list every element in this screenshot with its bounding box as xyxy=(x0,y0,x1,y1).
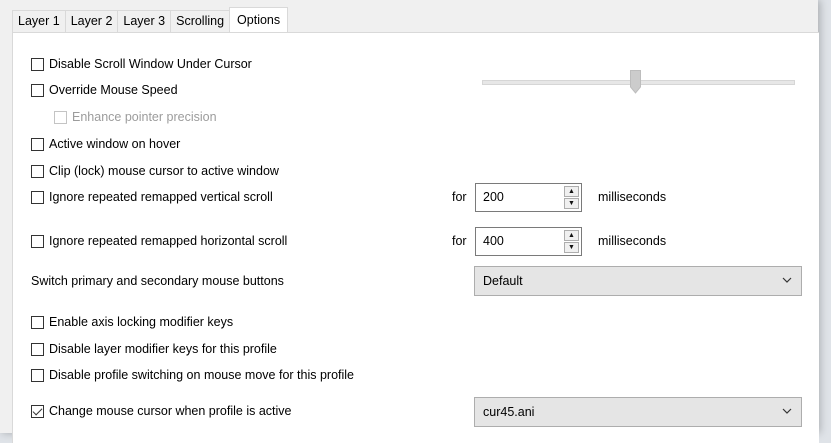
disable-layer-modifier-label: Disable layer modifier keys for this pro… xyxy=(49,342,277,356)
active-window-on-hover-label: Active window on hover xyxy=(49,137,181,151)
options-window: Layer 1 Layer 2 Layer 3 Scrolling Option… xyxy=(0,0,819,443)
spin-up-icon[interactable]: ▲ xyxy=(564,230,579,241)
switch-mouse-buttons-value: Default xyxy=(483,274,523,288)
horizontal-scroll-for-label: for xyxy=(452,234,467,248)
enhance-pointer-precision-checkbox[interactable] xyxy=(54,110,67,124)
spin-up-icon[interactable]: ▲ xyxy=(564,186,579,197)
active-window-on-hover-checkbox[interactable] xyxy=(31,137,44,151)
cursor-file-value: cur45.ani xyxy=(483,405,535,419)
vertical-scroll-ms-value[interactable]: 200 xyxy=(483,184,504,210)
override-mouse-speed-option[interactable]: Override Mouse Speed xyxy=(31,81,178,99)
disable-profile-switching-label: Disable profile switching on mouse move … xyxy=(49,368,354,382)
clip-mouse-cursor-label: Clip (lock) mouse cursor to active windo… xyxy=(49,164,279,178)
tab-scrolling[interactable]: Scrolling xyxy=(170,10,231,32)
ignore-horizontal-scroll-option[interactable]: Ignore repeated remapped horizontal scro… xyxy=(31,232,287,250)
tab-strip: Layer 1 Layer 2 Layer 3 Scrolling Option… xyxy=(12,7,289,32)
ignore-vertical-scroll-checkbox[interactable] xyxy=(31,190,44,204)
clip-mouse-cursor-option[interactable]: Clip (lock) mouse cursor to active windo… xyxy=(31,162,279,180)
spin-down-icon[interactable]: ▼ xyxy=(564,242,579,253)
mouse-speed-slider-thumb[interactable] xyxy=(630,70,641,94)
tab-options[interactable]: Options xyxy=(229,7,289,32)
change-mouse-cursor-label: Change mouse cursor when profile is acti… xyxy=(49,404,292,418)
spin-down-icon[interactable]: ▼ xyxy=(564,198,579,209)
vertical-scroll-unit: milliseconds xyxy=(598,190,667,204)
disable-scroll-window-checkbox[interactable] xyxy=(31,57,44,71)
ignore-vertical-scroll-option[interactable]: Ignore repeated remapped vertical scroll xyxy=(31,188,273,206)
switch-mouse-buttons-label: Switch primary and secondary mouse butto… xyxy=(31,274,284,288)
horizontal-scroll-unit: milliseconds xyxy=(598,234,667,248)
tab-layer-3[interactable]: Layer 3 xyxy=(117,10,172,32)
horizontal-scroll-ms-value[interactable]: 400 xyxy=(483,228,504,254)
vertical-scroll-ms-spinner[interactable]: 200 ▲ ▼ xyxy=(475,183,582,212)
disable-profile-switching-option[interactable]: Disable profile switching on mouse move … xyxy=(31,366,354,384)
clip-mouse-cursor-checkbox[interactable] xyxy=(31,164,44,178)
disable-scroll-window-option[interactable]: Disable Scroll Window Under Cursor xyxy=(31,55,252,73)
chevron-down-icon xyxy=(782,408,792,414)
chevron-down-icon xyxy=(782,277,792,283)
disable-profile-switching-checkbox[interactable] xyxy=(31,368,44,382)
tab-layer-1[interactable]: Layer 1 xyxy=(12,10,66,32)
cursor-file-dropdown[interactable]: cur45.ani xyxy=(474,397,802,427)
horizontal-scroll-ms-spinner[interactable]: 400 ▲ ▼ xyxy=(475,227,582,256)
enable-axis-locking-option[interactable]: Enable axis locking modifier keys xyxy=(31,313,233,331)
override-mouse-speed-label: Override Mouse Speed xyxy=(49,83,178,97)
disable-layer-modifier-option[interactable]: Disable layer modifier keys for this pro… xyxy=(31,340,277,358)
enable-axis-locking-label: Enable axis locking modifier keys xyxy=(49,315,234,329)
active-window-on-hover-option[interactable]: Active window on hover xyxy=(31,135,180,153)
disable-layer-modifier-checkbox[interactable] xyxy=(31,342,44,356)
override-mouse-speed-checkbox[interactable] xyxy=(31,83,44,97)
vertical-scroll-for-label: for xyxy=(452,190,467,204)
tab-layer-2[interactable]: Layer 2 xyxy=(64,10,119,32)
change-mouse-cursor-checkbox[interactable] xyxy=(31,404,44,418)
ignore-horizontal-scroll-label: Ignore repeated remapped horizontal scro… xyxy=(49,234,288,248)
enhance-pointer-precision-option[interactable]: Enhance pointer precision xyxy=(54,108,217,126)
enhance-pointer-precision-label: Enhance pointer precision xyxy=(72,110,217,124)
disable-scroll-window-label: Disable Scroll Window Under Cursor xyxy=(49,57,252,71)
change-mouse-cursor-option[interactable]: Change mouse cursor when profile is acti… xyxy=(31,402,291,420)
ignore-horizontal-scroll-checkbox[interactable] xyxy=(31,234,44,248)
switch-mouse-buttons-dropdown[interactable]: Default xyxy=(474,266,802,296)
ignore-vertical-scroll-label: Ignore repeated remapped vertical scroll xyxy=(49,190,273,204)
enable-axis-locking-checkbox[interactable] xyxy=(31,315,44,329)
